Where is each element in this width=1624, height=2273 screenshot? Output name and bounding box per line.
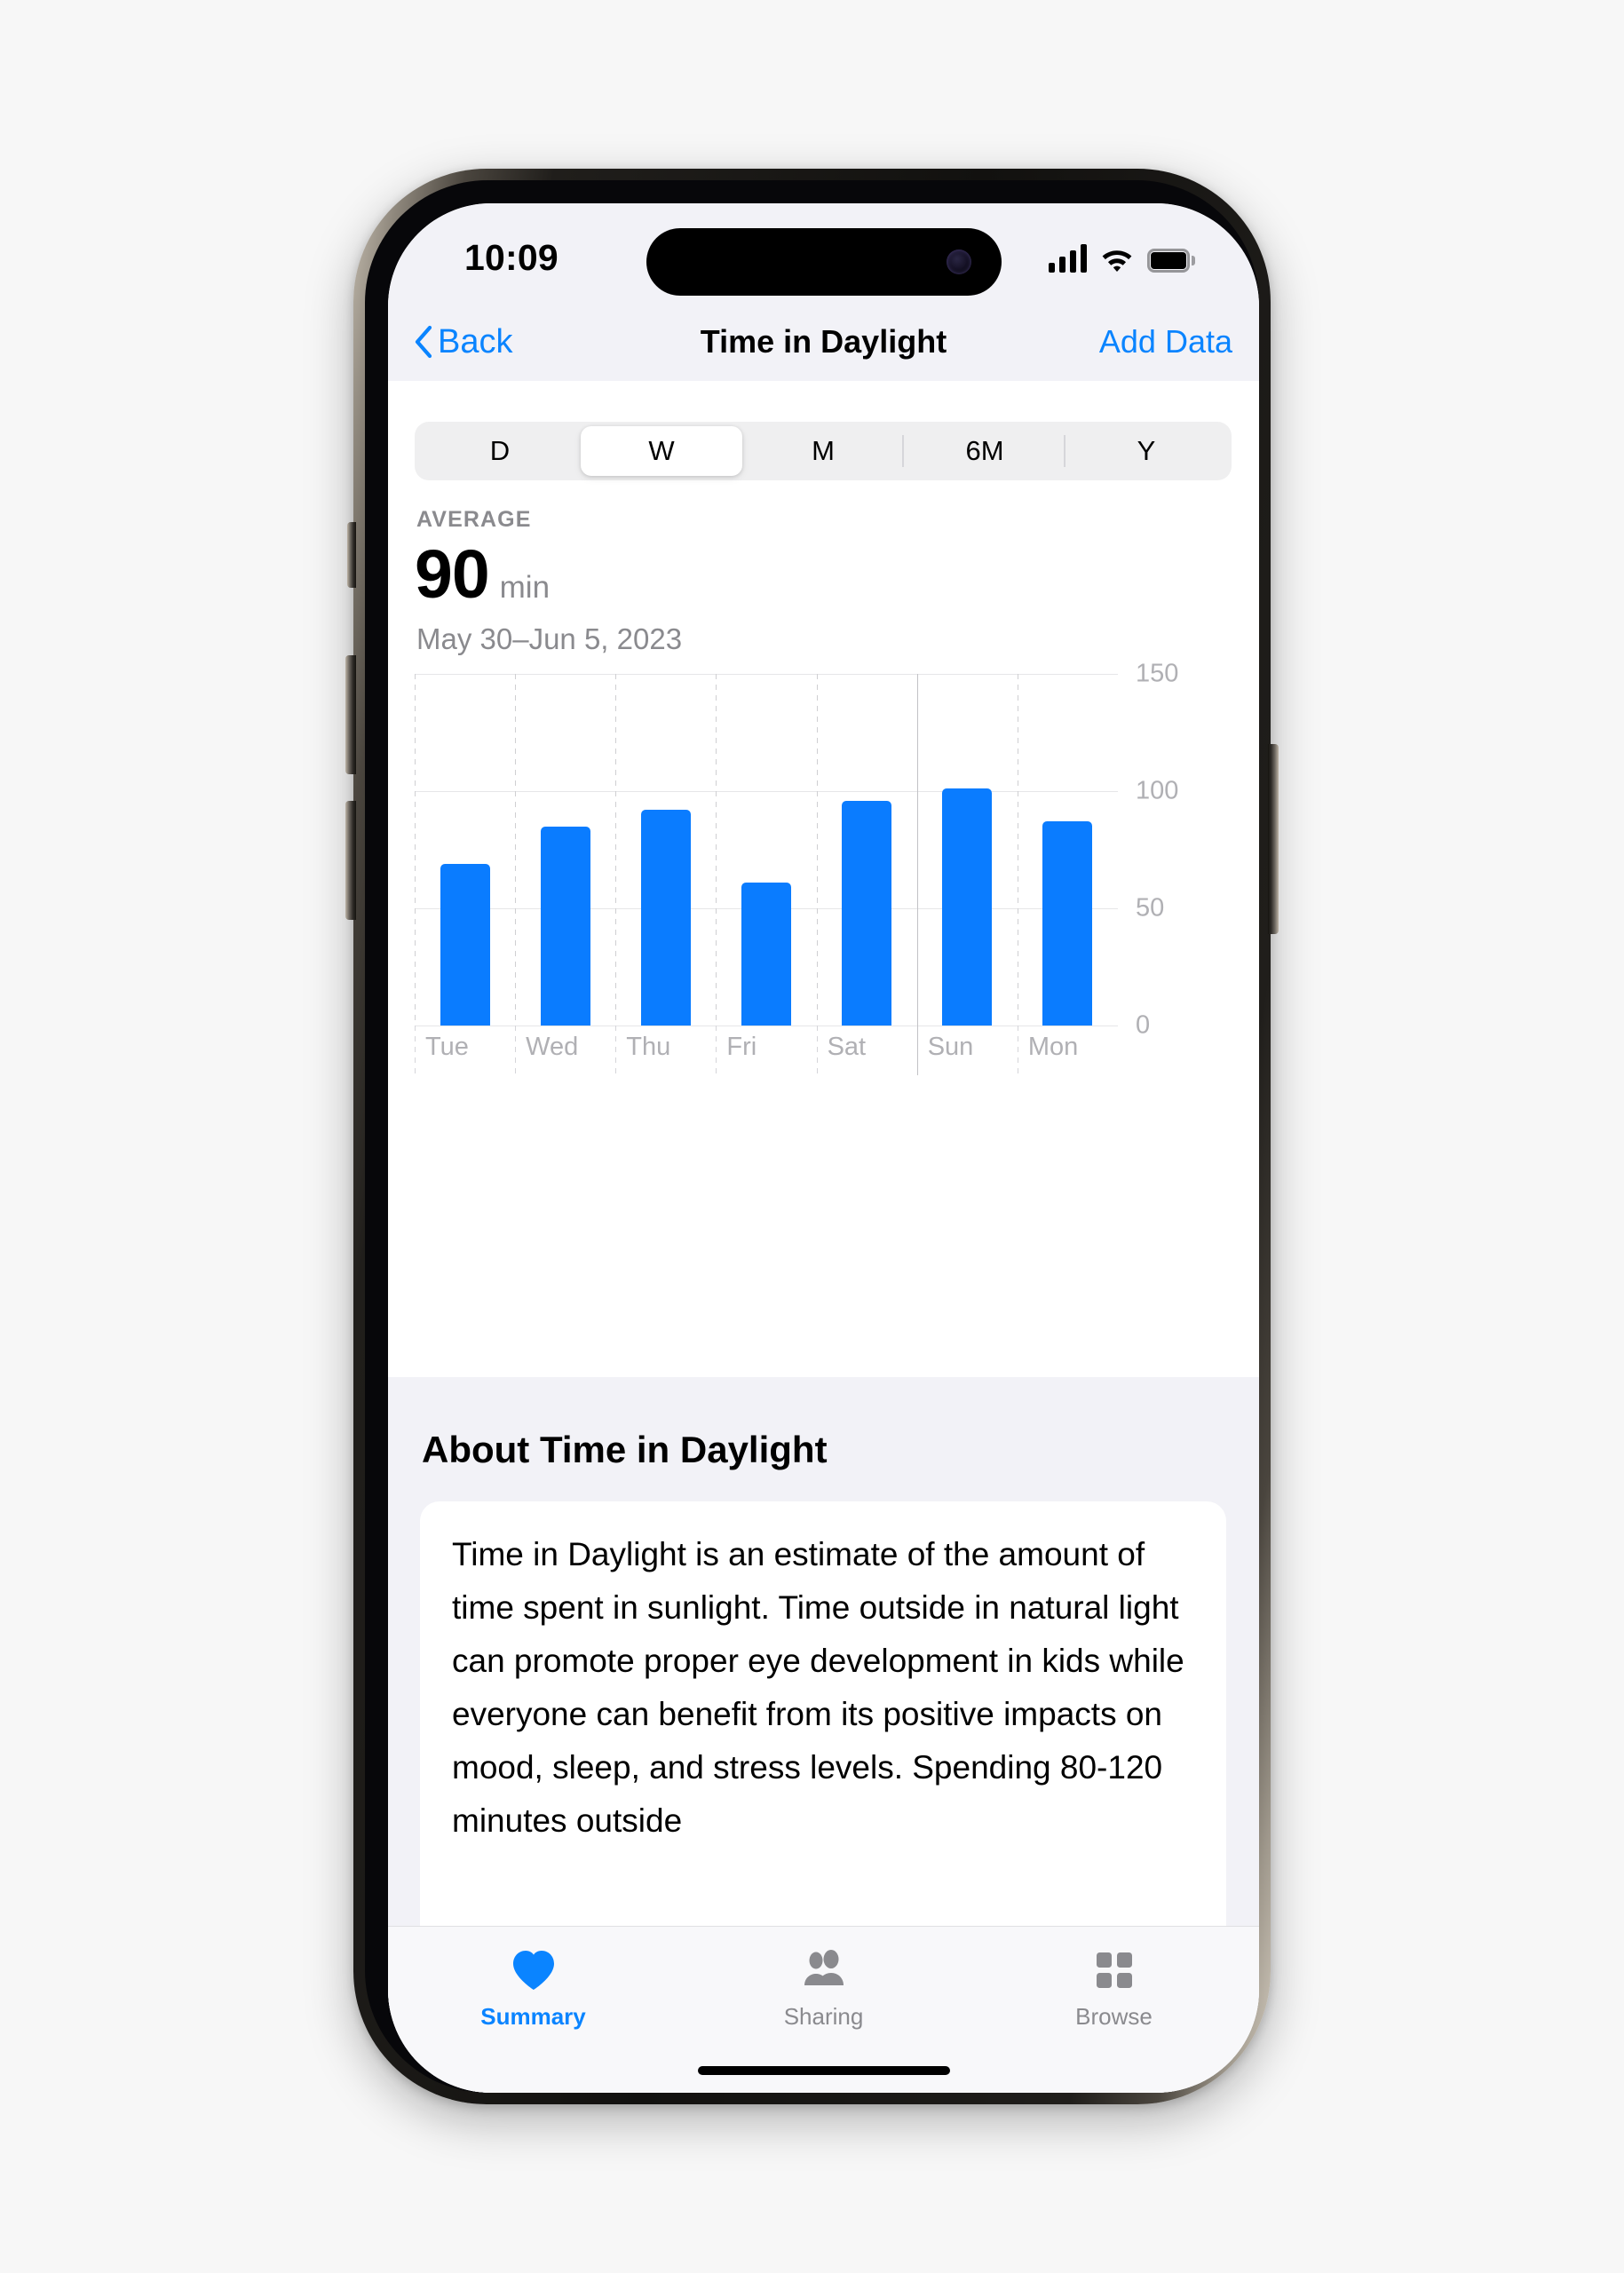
status-bar: 10:09	[388, 203, 1259, 303]
chart-y-axis-label: 50	[1136, 894, 1164, 923]
front-camera-icon	[947, 249, 971, 274]
time-in-daylight-bar-chart[interactable]: 050100150TueWedThuFriSatSunMon	[415, 674, 1232, 1057]
segment-6m-label: 6M	[965, 435, 1003, 467]
segment-d-label: D	[490, 435, 510, 467]
silent-switch-button[interactable]	[347, 522, 356, 588]
chart-column-divider	[515, 674, 516, 1026]
chart-gridline-y-150	[415, 674, 1118, 675]
chart-x-axis-label-tue: Tue	[425, 1033, 469, 1062]
chart-bar-wed[interactable]	[541, 827, 590, 1026]
tab-browse[interactable]: Browse	[969, 1927, 1259, 2093]
chart-column-divider	[615, 674, 616, 1026]
device-bezel: 10:09	[365, 180, 1259, 2093]
chart-y-axis-label: 100	[1136, 777, 1178, 806]
back-button-label: Back	[438, 323, 512, 361]
chart-bar-tue[interactable]	[440, 864, 490, 1026]
navigation-bar: Back Time in Daylight Add Data	[388, 303, 1259, 381]
power-button[interactable]	[1268, 744, 1279, 934]
time-range-segmented-control[interactable]: D W M 6M	[415, 422, 1232, 480]
chart-column-divider	[817, 674, 818, 1026]
segment-d[interactable]: D	[419, 426, 581, 476]
two-people-icon	[800, 1946, 848, 1994]
device-screen: 10:09	[388, 203, 1259, 2093]
main-content: D W M 6M	[388, 381, 1259, 2093]
chart-plot-area	[415, 674, 1118, 1026]
about-body-text: Time in Daylight is an estimate of the a…	[452, 1528, 1201, 1848]
chart-bar-mon[interactable]	[1042, 821, 1092, 1026]
average-value-row: 90 min	[415, 541, 550, 609]
chart-x-tick	[615, 1026, 616, 1075]
add-data-button[interactable]: Add Data	[1099, 323, 1232, 360]
chart-x-axis-label-fri: Fri	[726, 1033, 757, 1062]
battery-icon	[1147, 249, 1190, 273]
chart-x-axis-label-wed: Wed	[526, 1033, 578, 1062]
segment-6m[interactable]: 6M	[904, 426, 1066, 476]
wifi-icon	[1099, 244, 1135, 273]
tab-sharing-label: Sharing	[784, 2003, 864, 2031]
screenshot-stage: 10:09	[0, 0, 1624, 2273]
tab-summary-label: Summary	[480, 2003, 586, 2031]
chart-x-tick	[917, 1026, 918, 1075]
chart-x-axis-label-thu: Thu	[626, 1033, 670, 1062]
segment-w-label: W	[648, 435, 674, 467]
status-bar-time: 10:09	[464, 237, 558, 279]
home-indicator[interactable]	[698, 2066, 950, 2075]
segment-y[interactable]: Y	[1066, 426, 1227, 476]
chart-x-tick	[817, 1026, 818, 1075]
volume-up-button[interactable]	[345, 655, 356, 774]
segment-w[interactable]: W	[581, 426, 742, 476]
segment-m-label: M	[812, 435, 835, 467]
average-value: 90	[415, 541, 489, 609]
about-section-title: About Time in Daylight	[422, 1429, 828, 1471]
tab-summary[interactable]: Summary	[388, 1927, 678, 2093]
chart-bar-fri[interactable]	[741, 883, 791, 1026]
chart-x-axis-label-sat: Sat	[828, 1033, 867, 1062]
chart-x-tick	[415, 1026, 416, 1075]
chart-y-axis-label: 150	[1136, 660, 1178, 689]
average-label: AVERAGE	[416, 507, 531, 533]
volume-down-button[interactable]	[345, 801, 356, 920]
date-range-label: May 30–Jun 5, 2023	[416, 622, 682, 656]
status-bar-indicators	[1049, 234, 1190, 273]
cellular-bars-icon	[1049, 244, 1087, 273]
heart-icon	[510, 1946, 558, 1994]
chart-x-axis-label-sun: Sun	[928, 1033, 974, 1062]
average-unit: min	[500, 570, 550, 606]
chart-bar-thu[interactable]	[641, 810, 691, 1026]
segment-m[interactable]: M	[742, 426, 904, 476]
chart-x-tick	[716, 1026, 717, 1075]
chevron-left-icon	[413, 325, 432, 359]
tab-browse-label: Browse	[1075, 2003, 1153, 2031]
chart-column-divider	[415, 674, 416, 1026]
chart-bar-sat[interactable]	[842, 801, 891, 1026]
grid-squares-icon	[1090, 1946, 1138, 1994]
chart-gridline-y-100	[415, 791, 1118, 792]
chart-x-tick	[515, 1026, 516, 1075]
chart-bar-sun[interactable]	[942, 788, 992, 1026]
chart-x-axis-label-mon: Mon	[1028, 1033, 1078, 1062]
iphone-device-frame: 10:09	[353, 169, 1271, 2104]
dynamic-island	[646, 228, 1002, 296]
chart-column-divider	[917, 674, 918, 1026]
segment-y-label: Y	[1137, 435, 1156, 467]
back-button[interactable]: Back	[413, 323, 512, 361]
chart-y-axis-label: 0	[1136, 1011, 1150, 1041]
chart-column-divider	[716, 674, 717, 1026]
